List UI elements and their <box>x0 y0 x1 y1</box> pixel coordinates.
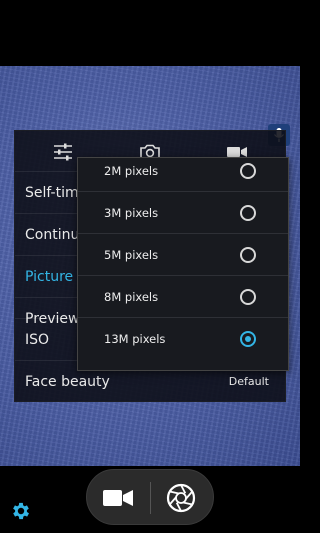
capture-mode-control <box>86 469 214 525</box>
radio-button[interactable] <box>240 162 256 179</box>
radio-button-checked[interactable] <box>240 331 256 347</box>
video-record-button[interactable] <box>101 484 135 512</box>
picture-size-option[interactable]: 5M pixels <box>78 234 288 276</box>
tab-general[interactable] <box>52 141 74 163</box>
row-label: Face beauty <box>25 373 110 390</box>
picture-size-option[interactable]: 3M pixels <box>78 192 288 234</box>
settings-button[interactable] <box>10 500 32 522</box>
status-bar <box>0 0 300 66</box>
shutter-icon <box>166 483 196 513</box>
picture-size-option[interactable]: 13M pixels <box>78 318 288 360</box>
divider <box>150 482 151 514</box>
shutter-button[interactable] <box>165 482 197 514</box>
picture-size-popup: 2M pixels 3M pixels 5M pixels 8M pixels … <box>77 157 289 371</box>
row-label: ISO <box>25 331 50 348</box>
sliders-icon <box>54 143 72 161</box>
picture-size-option[interactable]: 8M pixels <box>78 276 288 318</box>
radio-button[interactable] <box>240 288 256 305</box>
option-label: 2M pixels <box>104 163 159 178</box>
radio-button[interactable] <box>240 204 256 221</box>
row-value: Default <box>228 375 269 388</box>
radio-button[interactable] <box>240 246 256 263</box>
option-label: 8M pixels <box>104 289 159 304</box>
option-label: 13M pixels <box>104 332 166 346</box>
camera-controls-bar <box>0 466 300 533</box>
option-label: 5M pixels <box>104 247 159 262</box>
gear-icon <box>13 502 29 520</box>
option-label: 3M pixels <box>104 205 159 220</box>
video-camera-icon <box>103 490 133 506</box>
picture-size-option[interactable]: 2M pixels <box>78 158 288 192</box>
